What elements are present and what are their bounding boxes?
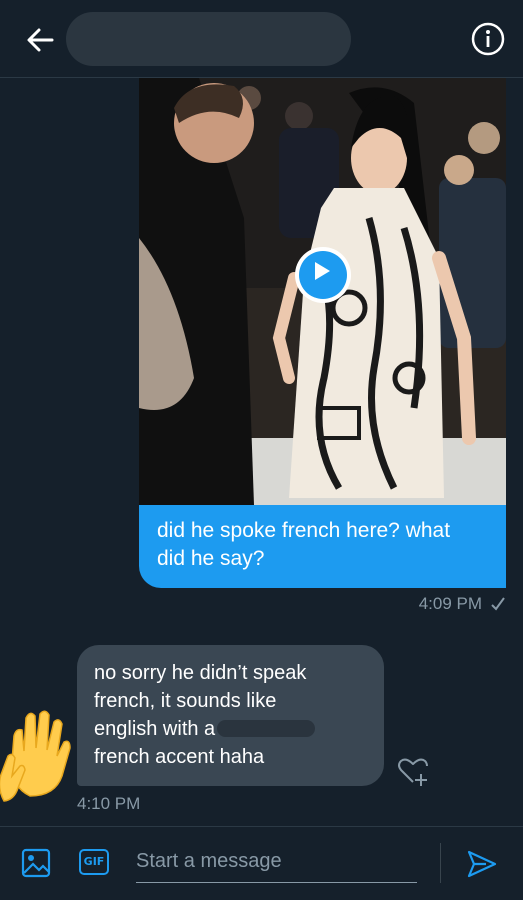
send-icon[interactable] bbox=[466, 849, 498, 879]
waving-hands-emoji bbox=[0, 710, 71, 802]
message-line: english with a bbox=[94, 718, 216, 740]
check-icon bbox=[491, 597, 505, 611]
message-line-with-redaction: english with a bbox=[94, 715, 367, 743]
play-triangle bbox=[315, 262, 330, 280]
message-line: no sorry he didn’t speak bbox=[94, 662, 307, 684]
message-line: did he spoke french here? what bbox=[157, 519, 451, 542]
video-attachment[interactable] bbox=[139, 78, 506, 505]
message-line: french accent haha bbox=[94, 746, 265, 768]
gif-button[interactable]: GIF bbox=[79, 849, 109, 875]
received-message-bubble[interactable]: no sorry he didn’t speak french, it soun… bbox=[77, 645, 384, 786]
contact-name-redacted[interactable] bbox=[66, 12, 351, 66]
message-input[interactable] bbox=[136, 841, 417, 883]
message-time: 4:10 PM bbox=[77, 794, 141, 813]
heart-plus-icon[interactable] bbox=[396, 754, 430, 788]
message-composer: GIF bbox=[0, 826, 523, 900]
image-icon[interactable] bbox=[20, 847, 52, 879]
message-line: french, it sounds like bbox=[94, 690, 277, 712]
sent-message-bubble[interactable]: did he spoke french here? what did he sa… bbox=[139, 505, 506, 588]
play-icon[interactable] bbox=[295, 247, 351, 303]
message-line: did he say? bbox=[157, 547, 265, 570]
composer-divider bbox=[440, 843, 441, 883]
arrow-left-icon[interactable] bbox=[22, 22, 58, 58]
conversation-header bbox=[0, 0, 523, 78]
message-time: 4:09 PM bbox=[418, 594, 482, 613]
sent-message-meta: 4:09 PM bbox=[419, 594, 506, 614]
info-circle-icon[interactable] bbox=[468, 19, 508, 59]
redacted-word bbox=[217, 720, 316, 737]
